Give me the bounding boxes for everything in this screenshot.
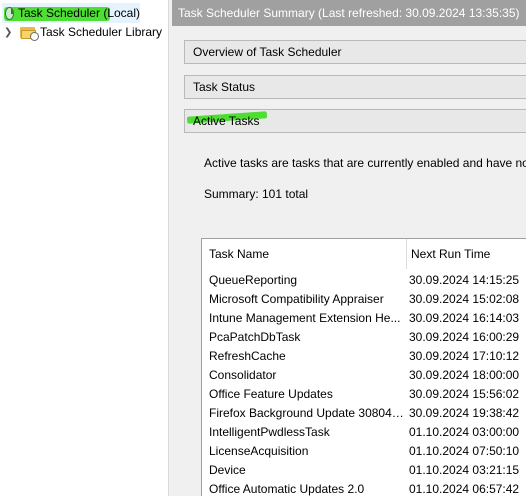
next-run-time-cell: 30.09.2024 14:15:25 [409,273,520,287]
section-active-tasks-header[interactable]: Active Tasks [184,109,526,133]
table-row[interactable]: PcaPatchDbTask 30.09.2024 16:00:29 [202,328,526,347]
summary-title-bar: Task Scheduler Summary (Last refreshed: … [172,0,526,26]
active-tasks-body: Active tasks are tasks that are currentl… [184,133,526,496]
task-name-cell: Microsoft Compatibility Appraiser [209,292,384,306]
navigation-tree: Task Scheduler (Local) ❯ Task Scheduler … [0,0,168,496]
task-name-cell: Device [209,463,246,477]
task-name-cell: Office Automatic Updates 2.0 [209,482,365,496]
task-name-cell: Firefox Background Update 308046... [209,406,404,420]
table-row[interactable]: Microsoft Compatibility Appraiser 30.09.2… [202,290,526,309]
active-tasks-description: Active tasks are tasks that are currentl… [204,156,526,170]
next-run-time-cell: 30.09.2024 19:38:42 [409,406,520,420]
next-run-time-cell: 30.09.2024 16:14:03 [409,311,520,325]
next-run-time-cell: 30.09.2024 15:56:02 [409,387,520,401]
task-name-cell: IntelligentPwdlessTask [209,425,330,439]
summary-pane: Task Scheduler Summary (Last refreshed: … [172,0,526,496]
next-run-time-cell: 30.09.2024 16:00:29 [409,330,520,344]
table-row[interactable]: LicenseAcquisition 01.10.2024 07:50:10 [202,442,526,461]
section-label: Active Tasks [193,114,260,128]
next-run-time-cell: 01.10.2024 03:21:15 [409,463,520,477]
column-header-next-run-time[interactable]: Next Run Time [407,239,490,269]
table-row[interactable]: QueueReporting 30.09.2024 14:15:25 [202,271,526,290]
table-row[interactable]: Device 01.10.2024 03:21:15 [202,461,526,480]
table-row[interactable]: Office Feature Updates 30.09.2024 15:56:0… [202,385,526,404]
section-task-status-header[interactable]: Task Status [184,75,526,99]
chevron-right-icon[interactable]: ❯ [4,27,14,38]
section-label: Overview of Task Scheduler [193,45,342,59]
tree-item-label: Task Scheduler (Local) [17,6,140,20]
tree-item-task-scheduler-library[interactable]: ❯ Task Scheduler Library [0,22,162,42]
next-run-time-cell: 01.10.2024 03:00:00 [409,425,520,439]
clock-icon [5,6,14,20]
table-row[interactable]: Intune Management Extension He... 30.09.2… [202,309,526,328]
task-name-cell: Office Feature Updates [209,387,333,401]
table-row[interactable]: Consolidator 30.09.2024 18:00:00 [202,366,526,385]
section-overview-header[interactable]: Overview of Task Scheduler [184,40,526,64]
table-row[interactable]: Firefox Background Update 308046... 30.09… [202,404,526,423]
next-run-time-cell: 01.10.2024 07:50:10 [409,444,520,458]
task-name-cell: Consolidator [209,368,277,382]
table-row[interactable]: Office Automatic Updates 2.0 01.10.2024 0… [202,480,526,499]
folder-clock-icon [20,26,39,41]
column-header-task-name[interactable]: Task Name [202,239,407,269]
next-run-time-cell: 30.09.2024 18:00:00 [409,368,520,382]
next-run-time-cell: 01.10.2024 06:57:42 [409,482,520,496]
active-tasks-table: Task Name Next Run Time QueueReporting 30… [201,238,526,496]
table-row[interactable]: IntelligentPwdlessTask 01.10.2024 03:00:0… [202,423,526,442]
task-name-cell: QueueReporting [209,273,298,287]
task-name-cell: RefreshCache [209,349,286,363]
table-row[interactable]: RefreshCache 30.09.2024 17:10:12 [202,347,526,366]
task-name-cell: Intune Management Extension He... [209,311,401,325]
active-tasks-summary: Summary: 101 total [204,187,309,201]
next-run-time-cell: 30.09.2024 17:10:12 [409,349,520,363]
task-name-cell: PcaPatchDbTask [209,330,301,344]
tree-item-label: Task Scheduler Library [40,25,163,39]
tree-item-task-scheduler-local[interactable]: Task Scheduler (Local) [2,3,140,23]
section-label: Task Status [193,80,256,94]
next-run-time-cell: 30.09.2024 15:02:08 [409,292,520,306]
task-name-cell: LicenseAcquisition [209,444,309,458]
